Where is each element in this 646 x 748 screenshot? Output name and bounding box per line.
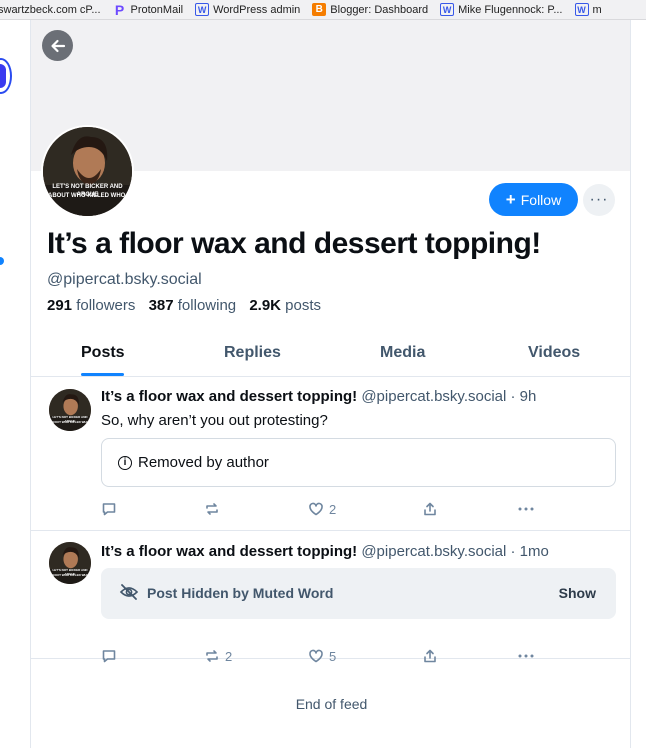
heart-icon <box>309 649 323 663</box>
heart-icon <box>309 502 323 516</box>
bookmark-label: swartzbeck.com cP... <box>0 3 101 16</box>
bookmark-cpanel[interactable]: swartzbeck.com cP... <box>0 4 101 16</box>
repost-button[interactable] <box>204 500 225 518</box>
bookmark-label: Blogger: Dashboard <box>330 3 429 16</box>
more-options-button[interactable]: ··· <box>583 184 615 216</box>
post-author-avatar[interactable]: LET'S NOT BICKER AND ARGUE ABOUT WHO KIL… <box>49 389 91 431</box>
follow-button[interactable]: + Follow <box>489 183 578 216</box>
active-tab-indicator <box>81 373 124 376</box>
posts-count: 2.9K <box>249 297 281 314</box>
arrow-left-icon <box>50 39 65 52</box>
eye-slash-icon <box>119 584 139 600</box>
following-count: 387 <box>148 297 174 314</box>
following-label: following <box>177 297 237 314</box>
tab-replies[interactable]: Replies <box>224 344 281 362</box>
tab-media[interactable]: Media <box>380 344 425 362</box>
notification-dot-icon <box>0 257 4 265</box>
avatar-caption: ABOUT WHO KILLED WHO. <box>50 573 90 577</box>
hidden-post-label: Post Hidden by Muted Word <box>147 585 334 601</box>
like-count: 5 <box>329 648 337 664</box>
post-actions: 2 <box>101 500 541 518</box>
protonmail-icon: P <box>114 1 125 18</box>
bookmark-label: m <box>592 3 602 16</box>
repost-icon <box>206 503 218 515</box>
profile-tabs: Posts Replies Media Videos <box>31 336 630 377</box>
reply-icon <box>102 503 116 516</box>
reply-icon <box>102 650 116 663</box>
wordpress-icon: W <box>195 3 210 16</box>
bookmark-label: Mike Flugennock: P... <box>458 3 563 16</box>
bookmark-protonmail[interactable]: P ProtonMail <box>113 1 184 18</box>
repost-count: 2 <box>225 648 233 664</box>
bookmark-blogger[interactable]: B Blogger: Dashboard <box>312 3 428 16</box>
like-button[interactable]: 5 <box>308 647 336 665</box>
post-meta: @pipercat.bsky.social · 9h <box>361 388 537 405</box>
show-hidden-post-button[interactable]: Show <box>559 585 596 601</box>
tab-videos[interactable]: Videos <box>528 344 580 362</box>
followers-count: 291 <box>47 297 73 314</box>
post-more-button[interactable] <box>517 500 535 518</box>
follow-label: Follow <box>520 191 562 208</box>
post-meta: @pipercat.bsky.social · 1mo <box>361 543 549 560</box>
hidden-post-notice: Post Hidden by Muted Word Show <box>101 568 616 619</box>
post-more-button[interactable] <box>517 647 535 665</box>
post-author-name[interactable]: It’s a floor wax and dessert topping! <box>101 543 357 560</box>
reply-button[interactable] <box>101 500 122 518</box>
profile-display-name: It’s a floor wax and dessert topping! <box>47 227 541 260</box>
bookmark-label: ProtonMail <box>130 3 184 16</box>
bookmark-label: WordPress admin <box>213 3 301 16</box>
feed-post[interactable]: LET'S NOT BICKER AND ARGUE ABOUT WHO KIL… <box>31 531 630 664</box>
followers-label: followers <box>76 297 136 314</box>
share-button[interactable] <box>422 647 438 665</box>
plus-icon: + <box>505 190 516 209</box>
app-logo-inner <box>0 64 6 88</box>
repost-button[interactable]: 2 <box>204 647 232 665</box>
feed-post[interactable]: LET'S NOT BICKER AND ARGUE ABOUT WHO KIL… <box>31 377 630 531</box>
ellipsis-icon <box>518 507 534 511</box>
ellipsis-icon <box>518 654 534 658</box>
profile-stats: 291 followers 387 following 2.9K posts <box>47 297 321 314</box>
profile-handle: @pipercat.bsky.social <box>47 271 202 288</box>
repost-icon <box>206 650 218 662</box>
ellipsis-icon: ··· <box>589 191 609 208</box>
end-of-feed-label: End of feed <box>295 696 368 712</box>
profile-avatar[interactable]: LET'S NOT BICKER AND ARGUE ABOUT WHO KIL… <box>41 125 134 218</box>
posts-label: posts <box>285 297 322 314</box>
back-button[interactable] <box>42 30 73 61</box>
info-icon: i <box>118 455 132 470</box>
avatar-caption: ABOUT WHO KILLED WHO. <box>48 193 127 199</box>
following-link[interactable]: 387 following <box>149 297 237 314</box>
bookmarks-bar: swartzbeck.com cP... P ProtonMail W Word… <box>0 0 646 20</box>
share-icon <box>424 649 436 663</box>
like-count: 2 <box>329 501 337 517</box>
bookmark-mike-flugennock[interactable]: W Mike Flugennock: P... <box>440 3 563 16</box>
avatar-caption: ABOUT WHO KILLED WHO. <box>50 420 90 424</box>
bookmark-overflow[interactable]: W m <box>574 3 602 16</box>
wordpress-icon: W <box>574 3 589 16</box>
share-icon <box>424 502 436 516</box>
tab-posts[interactable]: Posts <box>81 344 125 362</box>
share-button[interactable] <box>422 500 438 518</box>
post-author-avatar[interactable]: LET'S NOT BICKER AND ARGUE ABOUT WHO KIL… <box>49 542 91 584</box>
like-button[interactable]: 2 <box>308 500 336 518</box>
removed-label: Removed by author <box>138 454 269 471</box>
left-sidebar <box>0 20 30 748</box>
post-header: It’s a floor wax and dessert topping! @p… <box>101 543 549 560</box>
posts-stat: 2.9K posts <box>249 297 321 314</box>
post-header: It’s a floor wax and dessert topping! @p… <box>101 388 536 405</box>
reply-button[interactable] <box>101 647 122 665</box>
avatar-portrait-icon <box>49 542 91 584</box>
post-author-name[interactable]: It’s a floor wax and dessert topping! <box>101 388 357 405</box>
avatar-portrait-icon <box>49 389 91 431</box>
bookmark-wordpress-admin[interactable]: W WordPress admin <box>195 3 300 16</box>
post-actions: 2 5 <box>101 647 541 665</box>
blogger-icon: B <box>312 3 327 16</box>
removed-embed: i Removed by author <box>101 438 616 487</box>
followers-link[interactable]: 291 followers <box>47 297 135 314</box>
profile-column: LET'S NOT BICKER AND ARGUE ABOUT WHO KIL… <box>30 20 631 748</box>
wordpress-icon: W <box>440 3 455 16</box>
post-text: So, why aren’t you out protesting? <box>101 412 328 429</box>
avatar-portrait-icon <box>43 127 132 216</box>
